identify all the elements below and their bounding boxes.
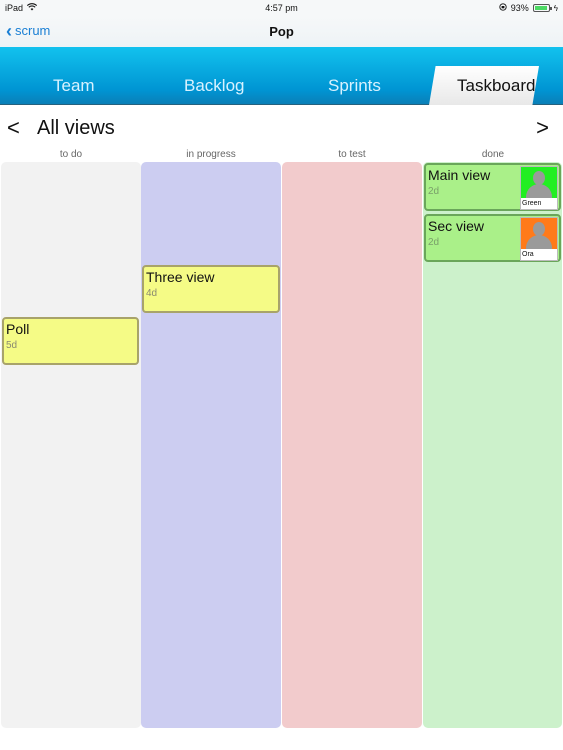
column-label-done: done	[481, 149, 505, 160]
tab-bar: Team Backlog Sprints Taskboard	[0, 47, 563, 105]
status-bar: iPad 4:57 pm 93% ϟ	[0, 0, 563, 16]
navigation-bar: ‹ scrum Pop	[0, 16, 563, 47]
task-estimate: 4d	[146, 288, 158, 299]
orientation-lock-icon	[499, 3, 507, 13]
task-card-sec-view[interactable]: Sec view 2d Ora	[424, 214, 561, 262]
task-name: Poll	[6, 321, 30, 337]
assignee-name: Green	[522, 200, 542, 207]
assignee-name: Ora	[522, 251, 534, 258]
assignee-avatar: Green	[520, 166, 558, 210]
column-label-in-progress: in progress	[186, 149, 236, 160]
task-estimate: 2d	[428, 237, 440, 248]
column-in-progress[interactable]	[141, 162, 281, 728]
tab-backlog[interactable]: Backlog	[184, 76, 244, 96]
task-estimate: 5d	[6, 340, 18, 351]
view-header: < All views >	[0, 115, 563, 143]
battery-fill	[534, 6, 547, 10]
task-card-poll[interactable]: Poll 5d	[2, 317, 139, 365]
charging-icon: ϟ	[553, 3, 558, 13]
task-name: Sec view	[428, 218, 485, 234]
task-card-main-view[interactable]: Main view 2d Green	[424, 163, 561, 211]
user-silhouette-icon	[521, 167, 557, 198]
battery-icon	[532, 4, 552, 12]
next-view-button[interactable]: >	[536, 115, 549, 141]
task-name: Three view	[146, 269, 215, 285]
tab-team[interactable]: Team	[53, 76, 95, 96]
task-estimate: 2d	[428, 186, 440, 197]
user-silhouette-icon	[521, 218, 557, 249]
page-title: Pop	[269, 24, 294, 39]
column-to-do[interactable]	[1, 162, 141, 728]
battery-percent: 93%	[510, 3, 529, 13]
status-time: 4:57 pm	[265, 3, 298, 13]
task-card-three-view[interactable]: Three view 4d	[142, 265, 280, 313]
column-to-test[interactable]	[282, 162, 422, 728]
assignee-avatar: Ora	[520, 217, 558, 261]
view-title: All views	[37, 117, 115, 139]
tab-sprints[interactable]: Sprints	[328, 76, 381, 96]
column-label-to-do: to do	[59, 149, 83, 160]
column-label-to-test: to test	[338, 149, 366, 160]
tab-taskboard[interactable]: Taskboard	[429, 66, 539, 105]
task-name: Main view	[428, 167, 491, 183]
previous-view-button[interactable]: <	[7, 115, 20, 141]
